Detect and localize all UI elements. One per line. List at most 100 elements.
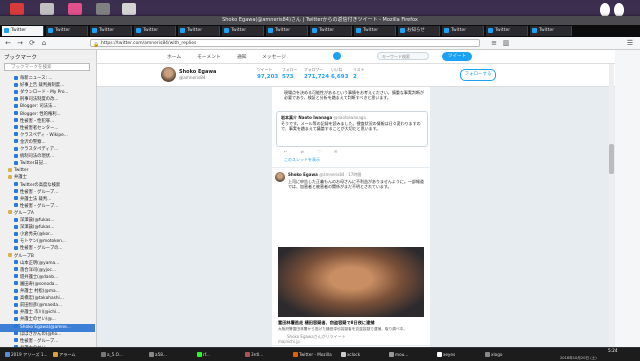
app-icon[interactable]	[68, 3, 82, 15]
tab-10[interactable]: Twitter	[442, 26, 484, 36]
twitter-navbar: ホーム モーメント 通知 メッセージ キーワード検索 ツイート	[97, 50, 615, 64]
taskbar-item[interactable]: 3rdl...	[244, 350, 290, 359]
stat-value: 573	[282, 74, 294, 80]
stat-label: リスト	[353, 67, 365, 72]
tab-4[interactable]: Twitter	[178, 26, 220, 36]
bookmark-icon	[14, 196, 18, 201]
forward-icon[interactable]: →	[16, 39, 24, 47]
tab-11[interactable]: Twitter	[486, 26, 528, 36]
folder-icon	[8, 174, 12, 179]
bookmark-label: 性被害 - グループ...	[20, 189, 59, 195]
library-icon[interactable]: ≡	[490, 39, 498, 47]
menu-icon[interactable]: ☰	[626, 39, 634, 47]
bookmark-icon	[14, 132, 18, 137]
avatar[interactable]	[275, 172, 285, 182]
sidebar-icon[interactable]: ▥	[502, 39, 510, 47]
app-icon[interactable]	[10, 3, 24, 15]
bookmark-label: Twitter日記...	[20, 161, 48, 167]
reload-icon[interactable]: ⟳	[28, 39, 36, 47]
tab-1[interactable]: Twitter	[46, 26, 88, 36]
bookmark-icon	[14, 96, 18, 101]
bookmark-icon	[14, 302, 18, 307]
bookmark-icon	[14, 217, 18, 222]
twitter-favicon-icon	[356, 28, 361, 33]
stat-followers[interactable]: フォロワー 271,724	[304, 67, 329, 80]
twitter-page: ホーム モーメント 通知 メッセージ キーワード検索 ツイート Shoko Eg…	[97, 50, 615, 347]
scrollbar-thumb[interactable]	[609, 144, 614, 174]
taskbar-item[interactable]: xeyes	[436, 350, 482, 359]
home-icon[interactable]: ⌂	[40, 39, 48, 47]
bookmark-icon	[14, 111, 18, 115]
twitter-search-input[interactable]: キーワード検索	[377, 52, 429, 60]
nav-home[interactable]: ホーム	[167, 53, 181, 60]
bookmark-label: Blogger: 性的権利...	[20, 111, 61, 117]
tweet-author-name[interactable]: Shoko Egawa	[288, 172, 318, 177]
taskbar-item[interactable]: 2019 アリーズ 1...	[4, 350, 50, 359]
tab-7[interactable]: Twitter	[310, 26, 352, 36]
stat-value: 2	[353, 74, 357, 80]
taskbar-item[interactable]: a58...	[148, 350, 194, 359]
taskbar-label: xeyes	[443, 352, 456, 357]
taskbar-label: Twitter - Mozilla	[299, 352, 332, 357]
taskbar-item[interactable]: アラーム	[52, 350, 98, 359]
follow-button[interactable]: フォローする	[460, 69, 496, 81]
bookmark-label: Blogger: 司法法...	[20, 104, 57, 110]
taskbar-item[interactable]: a_5.O...	[100, 350, 146, 359]
nav-moments[interactable]: モーメント	[197, 53, 221, 60]
page-scrollbar[interactable]	[609, 64, 614, 347]
app-icon[interactable]	[40, 3, 54, 15]
taskbar-label: xclock	[347, 352, 361, 357]
nav-messages[interactable]: メッセージ	[262, 53, 286, 60]
taskbar-item[interactable]: rf...	[196, 350, 242, 359]
clock[interactable]: 5:24	[608, 349, 618, 354]
tweet-button[interactable]: ツイート	[442, 52, 472, 61]
tweet-text: 上司に申告した正義もんのお母さんに不利益がありませんように。一部報道では、加害者…	[288, 179, 424, 190]
stat-value: 271,724	[304, 74, 330, 80]
stat-tweets[interactable]: ツイート 97,203	[257, 67, 278, 80]
avatar[interactable]	[161, 67, 176, 82]
tab-3[interactable]: Twitter	[134, 26, 176, 36]
bookmark-search-input[interactable]: ブックマークを検索	[4, 63, 90, 71]
tab-label: Twitter	[539, 28, 555, 33]
taskbar-label: a58...	[155, 352, 167, 357]
twitter-favicon-icon	[180, 28, 185, 33]
stat-likes[interactable]: いいね 6,693	[331, 67, 348, 80]
app-icon[interactable]	[96, 3, 110, 15]
app-icon	[53, 352, 58, 357]
card-description: 大阪府警富田林署から逃げた樋田淳也容疑者を窃盗容疑で逮捕。取り調べ中。	[278, 327, 408, 331]
taskbar-item[interactable]: mou...	[388, 350, 434, 359]
taskbar-item[interactable]: xclock	[340, 350, 386, 359]
taskbar-item[interactable]: Twitter - Mozilla	[292, 350, 338, 359]
tab-2[interactable]: Twitter	[90, 26, 132, 36]
bookmark-icon	[14, 338, 18, 343]
quoted-tweet[interactable]: 岩本真介 Naoto Iwanaga @naotoiwanaga そうです。メー…	[276, 111, 428, 147]
nav-notifications[interactable]: 通知	[237, 53, 247, 60]
lock-icon: 🔒	[93, 42, 100, 48]
twitter-logo-icon[interactable]	[333, 52, 341, 60]
taskbar-item[interactable]: xlogo	[484, 350, 530, 359]
url-bar[interactable]: 🔒 https://twitter.com/amneris84/with_rep…	[90, 39, 480, 48]
bookmark-icon	[14, 316, 18, 321]
tab-5[interactable]: Twitter	[222, 26, 264, 36]
bookmark-label: 性被害・グループ...	[20, 203, 59, 209]
app-icon[interactable]	[122, 3, 136, 15]
news-photo[interactable]	[278, 247, 424, 317]
tweet-actions[interactable]: ↩ ⇄ ♡ ✉	[284, 149, 343, 154]
app-icon	[389, 352, 394, 357]
bookmark-icon	[14, 160, 18, 165]
tab-9[interactable]: お知らせ	[398, 26, 440, 36]
tab-8[interactable]: Twitter	[354, 26, 396, 36]
show-thread-link[interactable]: このスレッドを表示	[284, 157, 320, 163]
bookmark-icon	[14, 153, 18, 158]
tab-label: Twitter	[451, 28, 467, 33]
bookmark-label: 性被害 - グループ...	[20, 338, 59, 344]
bookmark-icon	[14, 260, 18, 265]
tab-6[interactable]: Twitter	[266, 26, 308, 36]
stat-following[interactable]: フォロー 573	[282, 67, 297, 80]
tab-12[interactable]: Twitter	[530, 26, 572, 36]
card-title[interactable]: 富田林署逃走 樋田容疑者、窃盗容疑で8日夜に逮捕	[278, 320, 424, 326]
tab-label: Twitter	[55, 28, 71, 33]
back-icon[interactable]: ←	[4, 39, 12, 47]
stat-lists[interactable]: リスト 2	[353, 67, 364, 80]
tab-0[interactable]: Twitter	[2, 26, 44, 36]
